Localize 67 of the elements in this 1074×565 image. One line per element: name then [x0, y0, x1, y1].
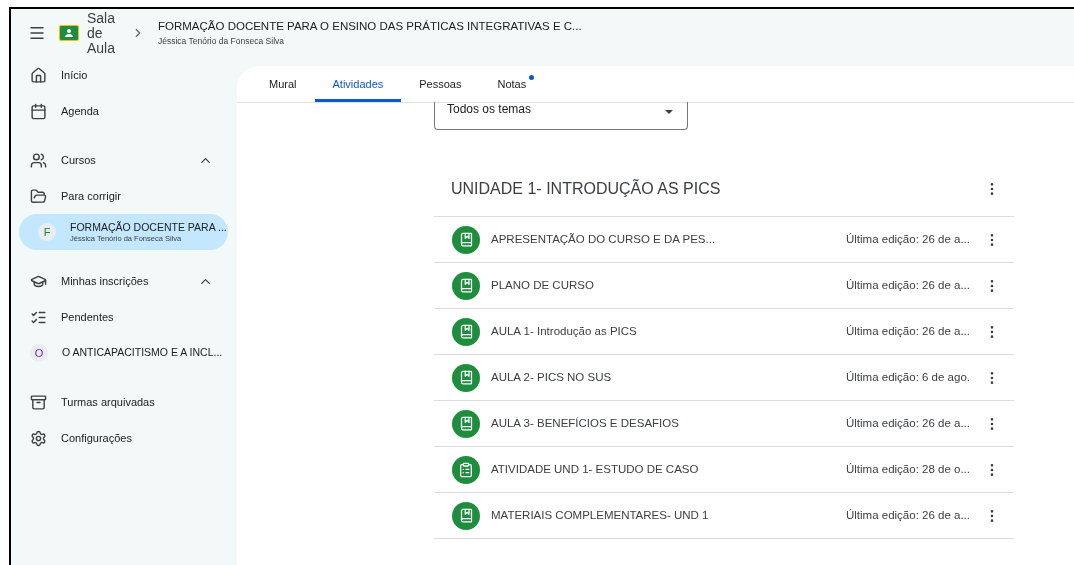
- topic-title: UNIDADE 1- INTRODUÇÃO AS PICS: [451, 178, 721, 199]
- item-title: APRESENTAÇÃO DO CURSO E DA PES...: [491, 231, 717, 247]
- course-name: O ANTICAPACITISMO E A INCL...: [62, 346, 223, 360]
- classwork-item[interactable]: AULA 1- Introdução as PICS Última edição: 26 de a...: [434, 309, 1014, 355]
- calendar-icon: [30, 102, 47, 120]
- course-avatar: F: [38, 223, 56, 241]
- course-item[interactable]: O O ANTICAPACITISMO E A INCL...: [11, 335, 228, 371]
- assignment-icon: [452, 455, 480, 484]
- item-label: Agenda: [61, 103, 100, 119]
- course-name: FORMAÇÃO DOCENTE PARA ...: [70, 220, 227, 234]
- item-label: Turmas arquivadas: [61, 394, 156, 410]
- item-title: ATIVIDADE UND 1- ESTUDO DE CASO: [491, 461, 700, 477]
- classwork-item[interactable]: MATERIAIS COMPLEMENTARES- UND 1 Última edição: 26 de a...: [434, 493, 1014, 539]
- dropdown-arrow-icon: [665, 109, 673, 114]
- sidebar-item[interactable]: Turmas arquivadas: [11, 384, 229, 420]
- course-owner: Jéssica Tenório da Fonseca Silva: [158, 35, 285, 48]
- material-icon: [452, 409, 480, 438]
- tab[interactable]: Notas: [479, 66, 545, 102]
- classwork-item[interactable]: AULA 2- PICS NO SUS Última edição: 6 de ago.: [434, 355, 1014, 401]
- last-edited: Última edição: 26 de a...: [846, 277, 970, 293]
- item-title: PLANO DE CURSO: [491, 277, 595, 293]
- last-edited: Última edição: 26 de a...: [846, 323, 970, 339]
- sidebar-item[interactable]: Configurações: [11, 420, 229, 456]
- topic-filter-dropdown[interactable]: Todos os temas: [434, 102, 688, 130]
- last-edited: Última edição: 26 de a...: [846, 507, 970, 523]
- item-label: Minhas inscrições: [61, 273, 150, 289]
- sidebar-item[interactable]: Pendentes: [11, 299, 229, 335]
- item-title: MATERIAIS COMPLEMENTARES- UND 1: [491, 507, 710, 523]
- material-icon: [452, 363, 480, 392]
- people-icon: [30, 151, 47, 169]
- last-edited: Última edição: 28 de o...: [846, 461, 970, 477]
- tab[interactable]: Pessoas: [401, 66, 480, 102]
- last-edited: Última edição: 26 de a...: [846, 415, 970, 431]
- classwork-item[interactable]: AULA 3- BENEFÍCIOS E DESAFIOS Última edição: 26 de a...: [434, 401, 1014, 447]
- last-edited: Última edição: 6 de ago.: [845, 369, 970, 385]
- item-label: Início: [61, 67, 89, 83]
- section-header[interactable]: Cursos: [11, 142, 229, 178]
- sidebar-item[interactable]: Para corrigir: [11, 178, 229, 214]
- classroom-logo-icon: [59, 25, 79, 41]
- material-icon: [452, 225, 480, 254]
- classwork-item[interactable]: ATIVIDADE UND 1- ESTUDO DE CASO Última edição: 28 de o...: [434, 447, 1014, 493]
- section-header[interactable]: Minhas inscrições: [11, 263, 229, 299]
- material-icon: [452, 271, 480, 300]
- sidebar-item[interactable]: Agenda: [11, 93, 229, 129]
- course-avatar: O: [30, 344, 48, 362]
- classwork-item[interactable]: PLANO DE CURSO Última edição: 26 de a...: [434, 263, 1014, 309]
- material-icon: [452, 317, 480, 346]
- sidebar-item[interactable]: Início: [11, 57, 229, 93]
- item-label: Cursos: [61, 152, 97, 168]
- item-title: AULA 2- PICS NO SUS: [491, 369, 613, 385]
- item-title: AULA 3- BENEFÍCIOS E DESAFIOS: [491, 415, 680, 431]
- home-icon: [30, 66, 47, 84]
- tab[interactable]: Atividades: [314, 66, 402, 102]
- item-label: Para corrigir: [61, 188, 122, 204]
- tab[interactable]: Mural: [251, 66, 315, 102]
- material-icon: [452, 501, 480, 530]
- item-label: Configurações: [61, 430, 133, 446]
- item-label: Pendentes: [61, 309, 115, 325]
- archive-icon: [30, 393, 47, 411]
- menu-icon[interactable]: [28, 24, 46, 42]
- last-edited: Última edição: 26 de a...: [846, 231, 970, 247]
- app-name: Sala de Aula: [87, 10, 117, 56]
- folder-icon: [30, 187, 47, 205]
- course-title: FORMAÇÃO DOCENTE PARA O ENSINO DAS PRÁTICAS INTEGRATIVAS E C...: [158, 19, 582, 34]
- classwork-item[interactable]: APRESENTAÇÃO DO CURSO E DA PES... Última edição: 26 de a...: [434, 217, 1014, 263]
- settings-icon: [30, 429, 47, 447]
- item-title: AULA 1- Introdução as PICS: [491, 323, 638, 339]
